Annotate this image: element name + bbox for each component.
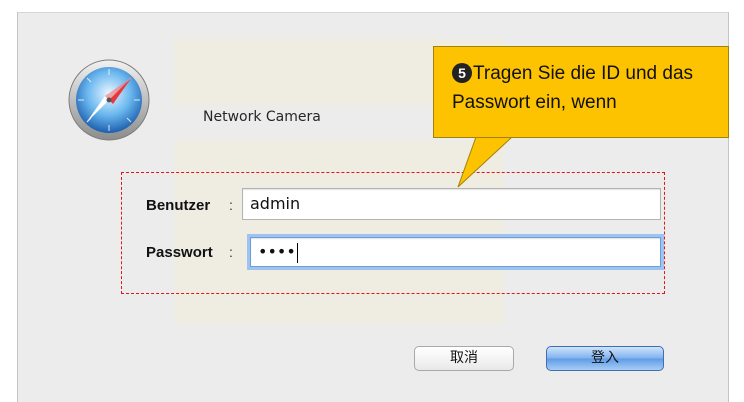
cancel-button[interactable]: 取消: [414, 346, 514, 371]
username-colon: :: [229, 197, 233, 213]
instruction-callout: 5 Tragen Sie die ID und das Passwort ein,…: [433, 46, 729, 138]
password-input[interactable]: ••••: [250, 237, 661, 267]
callout-text: Tragen Sie die ID und das Passwort ein, …: [452, 63, 694, 113]
safari-compass-icon: [68, 59, 150, 141]
username-value: admin: [250, 194, 301, 213]
login-button[interactable]: 登入: [546, 346, 664, 371]
password-label: Passwort: [146, 244, 213, 261]
site-name-text: Network Camera: [203, 109, 321, 125]
text-caret: [296, 242, 298, 263]
password-value: ••••: [258, 242, 296, 261]
step-number-badge: 5: [452, 63, 472, 83]
username-input[interactable]: admin: [242, 188, 661, 220]
username-label: Benutzer: [146, 197, 211, 214]
password-colon: :: [229, 244, 233, 260]
